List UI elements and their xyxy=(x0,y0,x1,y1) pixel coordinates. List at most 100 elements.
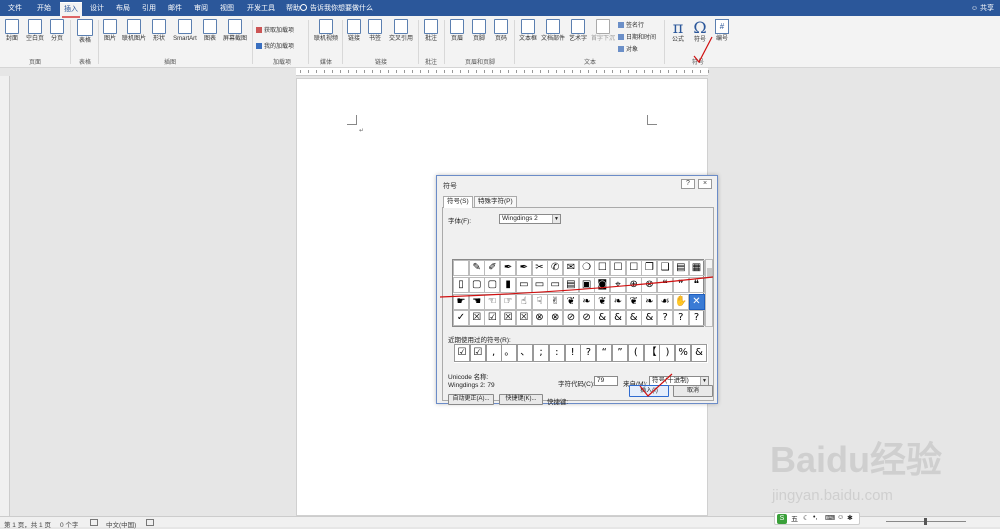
link-button[interactable]: 链接 xyxy=(346,19,362,43)
screenshot-button[interactable]: 屏幕截图 xyxy=(220,19,250,43)
symbol-cell[interactable]: ☒ xyxy=(468,310,485,327)
symbol-cell[interactable]: ✐ xyxy=(484,260,501,276)
word-count[interactable]: 0 个字 xyxy=(60,519,78,529)
symbol-cell[interactable]: ▤ xyxy=(562,276,579,293)
tab-home[interactable]: 开始 xyxy=(32,2,56,16)
page-break-button[interactable]: 分页 xyxy=(48,19,66,43)
symbol-cell[interactable]: ❧ xyxy=(610,293,626,310)
symbol-cell[interactable]: ☙ xyxy=(657,293,674,310)
recent-symbols[interactable]: ☑ ☑,。、;:!? “”(【)% & xyxy=(454,344,708,363)
my-addins-button[interactable]: 我的加载项 xyxy=(256,41,294,50)
zoom-slider[interactable] xyxy=(886,518,966,525)
recent-symbol-cell[interactable]: ☑ xyxy=(469,344,486,362)
symbol-cell[interactable]: ✓ xyxy=(453,310,469,327)
footer-button[interactable]: 页脚 xyxy=(470,19,488,43)
symbol-cell[interactable]: ❧ xyxy=(641,293,658,310)
symbol-cell[interactable]: ✋ xyxy=(672,293,689,310)
chart-button[interactable]: 图表 xyxy=(202,19,218,43)
scrollbar-thumb[interactable] xyxy=(707,268,712,278)
macro-icon[interactable] xyxy=(146,519,154,526)
symbol-cell[interactable]: ✒ xyxy=(515,260,532,276)
recent-symbol-cell[interactable]: % xyxy=(675,344,692,362)
cover-page-button[interactable]: 封面 xyxy=(4,19,20,43)
symbol-cell[interactable]: ⊗ xyxy=(641,276,658,293)
insert-button[interactable]: 插入(I) xyxy=(629,385,669,397)
online-picture-button[interactable]: 联机图片 xyxy=(120,19,148,43)
zoom-slider-knob[interactable] xyxy=(924,518,927,525)
symbol-cell[interactable]: ❐ xyxy=(641,260,658,276)
recent-symbol-cell[interactable]: ) xyxy=(659,344,676,362)
symbol-cell[interactable]: ? xyxy=(672,310,689,327)
share-button[interactable]: ☺ 共享 xyxy=(971,3,994,13)
symbol-cell[interactable]: ▭ xyxy=(515,276,532,293)
ime-toolbar[interactable]: S 五 ☾ •, ⌨ ☺ ✱ xyxy=(774,512,860,525)
vertical-ruler[interactable] xyxy=(0,76,10,516)
header-button[interactable]: 页眉 xyxy=(448,19,466,43)
symbol-cell[interactable]: ✉ xyxy=(562,260,579,276)
symbol-cell[interactable]: ▢ xyxy=(468,276,485,293)
symbol-cell[interactable]: ❝ xyxy=(688,276,705,293)
date-time-button[interactable]: 日期和时间 xyxy=(618,32,656,41)
symbol-cell[interactable]: ✒ xyxy=(500,260,517,276)
symbol-cell[interactable]: ▤ xyxy=(672,260,689,276)
object-button[interactable]: 对象 xyxy=(618,44,638,53)
symbol-cell[interactable]: ◙ xyxy=(594,276,611,293)
symbol-cell[interactable]: ❑ xyxy=(657,260,674,276)
shapes-button[interactable]: 形状 xyxy=(150,19,168,43)
recent-symbol-cell[interactable]: 、 xyxy=(517,344,534,362)
symbol-cell[interactable]: ☒ xyxy=(515,310,532,327)
wordart-button[interactable]: 艺术字 xyxy=(568,19,588,43)
symbol-cell[interactable]: ☐ xyxy=(625,260,642,276)
font-select[interactable]: Wingdings 2 ▼ xyxy=(499,214,561,224)
recent-symbol-cell[interactable]: “ xyxy=(596,344,613,362)
symbol-cell[interactable]: ▦ xyxy=(688,260,705,276)
symbol-cell[interactable]: ❦ xyxy=(625,293,642,310)
char-code-input[interactable]: 79 xyxy=(594,376,618,386)
recent-symbol-cell[interactable]: : xyxy=(548,344,565,362)
quick-parts-button[interactable]: 文档部件 xyxy=(540,19,566,43)
online-video-button[interactable]: 联机视频 xyxy=(312,19,340,43)
symbol-cell[interactable]: ⊗ xyxy=(531,310,548,327)
symbol-cell[interactable]: ⊘ xyxy=(562,310,579,327)
recent-symbol-cell[interactable]: ? xyxy=(580,344,597,362)
symbol-cell[interactable]: ❍ xyxy=(578,260,595,276)
symbol-grid[interactable]: ✎ ✐ ✒ ✒ ✂ ✆ ✉ ❍ ☐ ☐ ☐ ❐ ❑ ▤ ▦ ▯ ▢ ▢ ▮ ▭ ▭ ▭ ▤ ▣ ◙ ⌖ ⊕ ⊗ ❝ ❞ ❝ ☛ ☚ ☜ ☞ ☝ ☟ ✌ ❦ ❧… xyxy=(452,259,705,327)
symbol-cell[interactable]: ☐ xyxy=(610,260,626,276)
symbol-cell[interactable]: ✎ xyxy=(468,260,485,276)
tab-review[interactable]: 审阅 xyxy=(190,2,212,16)
smartart-button[interactable]: SmartArt xyxy=(170,19,200,43)
keyboard-icon[interactable]: ⌨ xyxy=(825,514,835,522)
recent-symbol-cell[interactable]: & xyxy=(691,344,707,362)
number-button[interactable]: # 编号 xyxy=(712,19,732,43)
tab-view[interactable]: 视图 xyxy=(216,2,238,16)
recent-symbol-cell[interactable]: ☑ xyxy=(454,344,470,362)
picture-button[interactable]: 图片 xyxy=(102,19,118,43)
blank-page-button[interactable]: 空白页 xyxy=(24,19,46,43)
tab-file[interactable]: 文件 xyxy=(4,2,26,16)
recent-symbol-cell[interactable]: ( xyxy=(627,344,644,362)
symbol-cell[interactable]: ☒ xyxy=(500,310,517,327)
proofing-icon[interactable] xyxy=(90,519,98,526)
symbol-cell[interactable]: ⌖ xyxy=(610,276,626,293)
symbol-cell[interactable]: ▯ xyxy=(453,276,469,293)
signature-line-button[interactable]: 签名行 xyxy=(618,20,644,29)
tab-developer[interactable]: 开发工具 xyxy=(244,2,278,16)
settings-icon[interactable]: ✱ xyxy=(847,514,853,522)
recent-symbol-cell[interactable]: 。 xyxy=(501,344,518,362)
tab-special-characters[interactable]: 特殊字符(P) xyxy=(474,196,517,207)
equation-button[interactable]: π 公式 xyxy=(668,19,688,44)
symbol-cell[interactable]: ▭ xyxy=(547,276,564,293)
comment-button[interactable]: 批注 xyxy=(422,19,440,43)
tab-mailings[interactable]: 邮件 xyxy=(164,2,186,16)
symbol-cell[interactable]: ▢ xyxy=(484,276,501,293)
page-count[interactable]: 第 1 页，共 1 页 xyxy=(4,519,51,529)
punctuation-icon[interactable]: •, xyxy=(813,514,817,521)
table-button[interactable]: 表格 xyxy=(76,19,94,45)
page-number-button[interactable]: 页码 xyxy=(492,19,510,43)
help-button[interactable]: ? xyxy=(681,179,695,189)
recent-symbol-cell[interactable]: , xyxy=(485,344,502,362)
symbol-cell[interactable]: ❞ xyxy=(672,276,689,293)
tab-symbols[interactable]: 符号(S) xyxy=(443,196,473,208)
recent-symbol-cell[interactable]: ” xyxy=(612,344,628,362)
tell-me-search[interactable]: 告诉我你想要做什么 xyxy=(300,3,373,13)
